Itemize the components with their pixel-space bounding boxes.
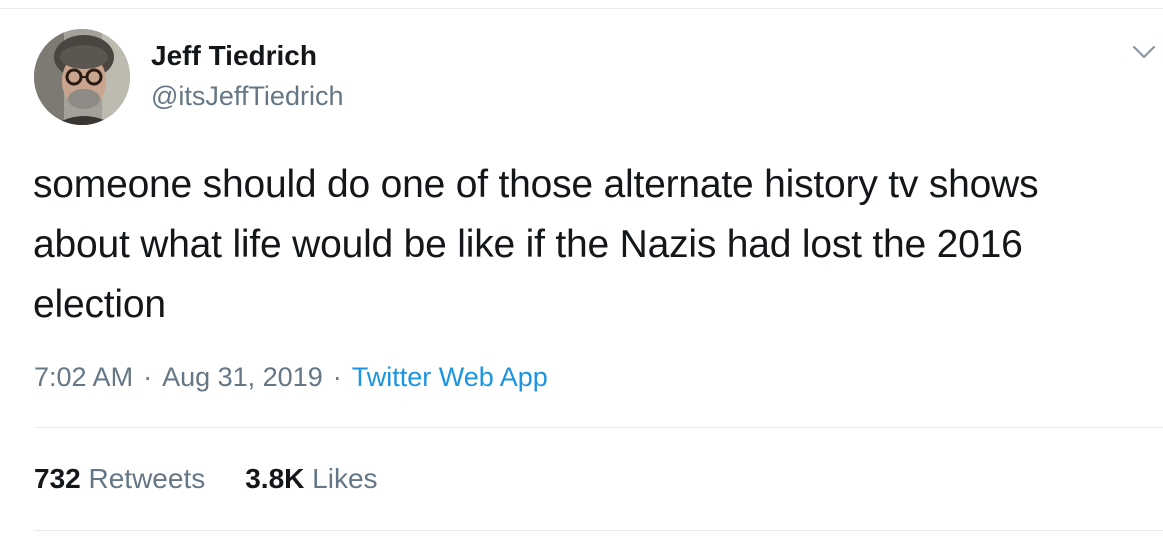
likes-count: 3.8K xyxy=(245,463,305,494)
author-name[interactable]: Jeff Tiedrich xyxy=(151,40,317,72)
retweets-count: 732 xyxy=(34,463,81,494)
meta-separator: · xyxy=(143,362,153,392)
tweet-stats: 732 Retweets 3.8K Likes xyxy=(34,463,378,495)
likes-label: Likes xyxy=(312,463,378,494)
chevron-down-icon[interactable] xyxy=(1130,38,1158,66)
divider xyxy=(34,427,1163,428)
retweets-stat[interactable]: 732 Retweets xyxy=(34,463,205,495)
avatar[interactable] xyxy=(34,29,130,125)
retweets-label: Retweets xyxy=(88,463,206,494)
likes-stat[interactable]: 3.8K Likes xyxy=(245,463,377,495)
meta-separator: · xyxy=(332,362,342,392)
tweet-date[interactable]: Aug 31, 2019 xyxy=(162,362,323,392)
tweet-source-link[interactable]: Twitter Web App xyxy=(352,362,548,392)
tweet-meta: 7:02 AM · Aug 31, 2019 · Twitter Web App xyxy=(34,362,548,393)
author-handle[interactable]: @itsJeffTiedrich xyxy=(151,81,343,112)
tweet-text: someone should do one of those alternate… xyxy=(33,163,1039,326)
tweet-time[interactable]: 7:02 AM xyxy=(34,362,133,392)
divider xyxy=(34,530,1163,531)
top-border xyxy=(0,8,1163,9)
